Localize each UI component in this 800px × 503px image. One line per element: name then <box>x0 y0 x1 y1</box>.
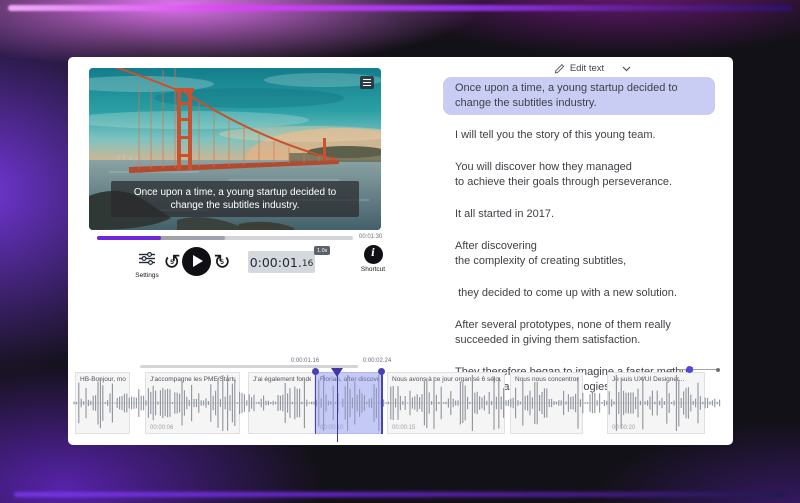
edit-text-label: Edit text <box>570 63 604 74</box>
timeline-segment[interactable]: Florian, after discovering.. 00:00:10 <box>315 372 383 434</box>
video-player[interactable]: Once upon a time, a young startup decide… <box>89 68 381 230</box>
segment-label: J'ai également fondé... <box>253 376 311 383</box>
skip-forward-seconds: 5 <box>210 259 234 266</box>
selection-start-edge[interactable] <box>315 371 317 434</box>
subtitle-line: to achieve their goals through persevera… <box>455 175 703 190</box>
decorative-bottom-strip <box>14 492 786 497</box>
shortcut-button[interactable]: i Shortcut <box>357 245 389 273</box>
video-duration-label: 00:01:30 <box>359 234 382 240</box>
skip-back-button[interactable]: ↺ 5 <box>160 250 184 274</box>
video-subtitle-overlay: Once upon a time, a young startup decide… <box>111 181 359 217</box>
segment-timestamp: 00:00:20 <box>612 425 635 431</box>
progress-played <box>97 236 161 240</box>
subtitle-block[interactable]: It all started in 2017. <box>443 203 715 226</box>
subtitle-block[interactable]: After several prototypes, none of them r… <box>443 314 715 352</box>
segment-label: HB-Bonjour, moi... <box>80 376 126 383</box>
video-progress-bar[interactable] <box>97 236 353 240</box>
subtitle-block[interactable]: You will discover how they managedto ach… <box>443 156 715 194</box>
subtitle-block[interactable]: Once upon a time, a young startup decide… <box>443 77 715 115</box>
subtitle-block[interactable]: they decided to come up with a new solut… <box>443 282 715 305</box>
hamburger-icon <box>363 79 371 80</box>
video-subtitle-line: Once upon a time, a young startup decide… <box>117 186 353 199</box>
timecode-display[interactable]: 0:00:01.16 <box>248 251 315 273</box>
subtitle-line: After discovering <box>455 239 703 254</box>
segment-label: J'accompagne les PME/Startups dans... <box>150 376 236 383</box>
settings-label: Settings <box>130 272 164 279</box>
selection-end-time: 0:00:02.24 <box>355 358 399 364</box>
subtitle-line: After several prototypes, none of them r… <box>455 318 703 333</box>
timecode-frames: 16 <box>302 259 313 269</box>
timeline-segment[interactable]: Nous nous concentrons... <box>510 372 583 434</box>
settings-button[interactable]: Settings <box>130 252 164 279</box>
shortcut-label: Shortcut <box>357 266 389 273</box>
playhead-line <box>337 370 338 442</box>
speed-badge[interactable]: 1.0x <box>314 246 330 255</box>
timeline-segment[interactable]: Je suis UX/UI Designer... 00:00:20 <box>607 372 705 434</box>
subtitle-line: I will tell you the story of this young … <box>455 128 703 143</box>
segment-label: Je suis UX/UI Designer... <box>612 376 701 383</box>
timeline: HB-Bonjour, moi... J'accompagne les PME/S… <box>68 357 733 445</box>
app-window: Once upon a time, a young startup decide… <box>68 57 733 445</box>
decorative-top-strip <box>8 5 792 11</box>
pencil-icon <box>554 63 565 74</box>
skip-forward-button[interactable]: ↻ 5 <box>210 250 234 274</box>
subtitle-block[interactable]: After discoveringthe complexity of creat… <box>443 235 715 273</box>
subtitle-line: the complexity of creating subtitles, <box>455 254 703 269</box>
timecode-value: 0:00:01. <box>250 255 302 270</box>
sliders-icon <box>139 252 155 265</box>
timeline-zoom-control <box>668 364 726 374</box>
play-icon <box>193 255 203 267</box>
segment-label: Florian, after discovering.. <box>320 376 379 383</box>
skip-back-seconds: 5 <box>160 259 184 266</box>
selection-start-handle[interactable] <box>312 368 319 375</box>
edit-text-header: Edit text <box>440 60 718 76</box>
segment-timestamp: 00:00:10 <box>320 425 343 431</box>
timeline-segment[interactable]: Nous avons à ce jour organisé 6 séjours … <box>387 372 505 434</box>
subtitle-block[interactable]: I will tell you the story of this young … <box>443 124 715 147</box>
timeline-track: HB-Bonjour, moi... J'accompagne les PME/S… <box>68 357 733 445</box>
video-subtitle-line: change the subtitles industry. <box>117 199 353 212</box>
segment-label: Nous avons à ce jour organisé 6 séjours … <box>392 376 501 383</box>
subtitle-line: they decided to come up with a new solut… <box>455 286 703 301</box>
timeline-segment[interactable]: J'ai également fondé... <box>248 372 315 434</box>
zoom-out-button[interactable] <box>668 369 673 371</box>
subtitle-line: succeeded in giving them satisfaction. <box>455 333 703 348</box>
subtitle-line: Once upon a time, a young startup decide… <box>455 81 703 96</box>
selection-end-handle[interactable] <box>378 368 385 375</box>
timeline-segment[interactable]: J'accompagne les PME/Startups dans... 00:… <box>145 372 240 434</box>
chevron-down-icon[interactable] <box>622 66 631 72</box>
segment-timestamp: 00:00:06 <box>150 425 173 431</box>
segment-timestamp: 00:00:15 <box>392 425 415 431</box>
timeline-segment[interactable]: HB-Bonjour, moi... <box>75 372 130 434</box>
video-menu-button[interactable] <box>360 76 374 89</box>
info-icon: i <box>364 245 383 264</box>
zoom-slider-thumb[interactable] <box>686 366 693 373</box>
subtitle-line: change the subtitles industry. <box>455 96 703 111</box>
subtitle-line: It all started in 2017. <box>455 207 703 222</box>
play-button[interactable] <box>182 247 211 276</box>
zoom-in-button[interactable] <box>716 368 720 372</box>
selection-start-time: 0:00:01.16 <box>283 358 327 364</box>
selection-end-edge[interactable] <box>381 371 383 434</box>
subtitle-line: You will discover how they managed <box>455 160 703 175</box>
segment-label: Nous nous concentrons... <box>515 376 579 383</box>
